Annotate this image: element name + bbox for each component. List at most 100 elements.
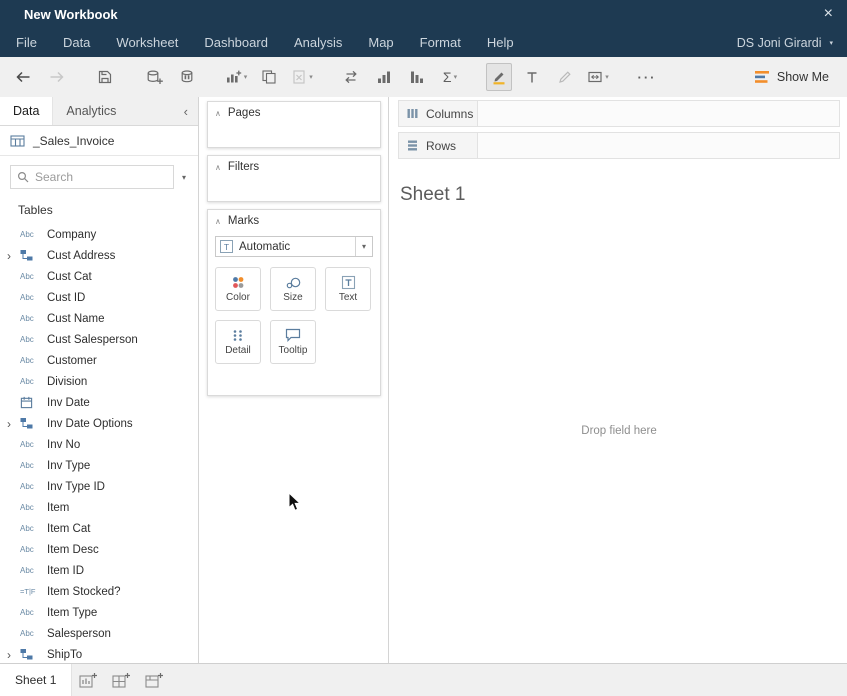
menu-format[interactable]: Format xyxy=(420,35,461,50)
color-button[interactable]: Color xyxy=(215,267,261,311)
field-division[interactable]: AbcDivision xyxy=(0,371,198,392)
rows-drop-zone[interactable] xyxy=(478,132,840,159)
duplicate-button[interactable] xyxy=(256,63,282,91)
search-row: ▾ xyxy=(10,164,194,190)
caret-down-icon[interactable]: ▾ xyxy=(355,237,372,256)
mark-type-value: Automatic xyxy=(239,241,355,253)
fields-list: AbcCompany ›Cust Address AbcCust Cat Abc… xyxy=(0,224,198,663)
boolean-field-icon: =T|F xyxy=(20,587,47,596)
tab-analytics[interactable]: Analytics xyxy=(53,97,129,125)
field-shipto[interactable]: ›ShipTo xyxy=(0,644,198,663)
sheet-tab[interactable]: Sheet 1 xyxy=(0,664,72,696)
rows-shelf[interactable]: Rows xyxy=(398,132,840,159)
menu-bar: File Data Worksheet Dashboard Analysis M… xyxy=(0,28,847,57)
menu-map[interactable]: Map xyxy=(368,35,393,50)
columns-shelf[interactable]: Columns xyxy=(398,100,840,127)
search-box xyxy=(10,165,174,189)
sheet-title: Sheet 1 xyxy=(400,184,840,206)
sort-ascending-button[interactable] xyxy=(371,63,397,91)
filters-card[interactable]: ∧Filters xyxy=(207,155,381,202)
mark-type-dropdown[interactable]: T Automatic ▾ xyxy=(215,236,373,257)
more-tools-button[interactable]: ··· xyxy=(634,63,660,91)
pages-label: Pages xyxy=(228,107,261,119)
data-source-row[interactable]: _Sales_Invoice xyxy=(0,126,198,156)
field-cust-address[interactable]: ›Cust Address xyxy=(0,245,198,266)
collapse-icon[interactable]: ∧ xyxy=(215,109,221,118)
close-icon[interactable]: × xyxy=(824,6,833,22)
new-worksheet-button[interactable]: ▾ xyxy=(223,63,249,91)
window-title: New Workbook xyxy=(24,7,118,22)
clear-sheet-button[interactable]: ▾ xyxy=(289,63,315,91)
field-inv-type-id[interactable]: AbcInv Type ID xyxy=(0,476,198,497)
collapse-icon[interactable]: ∧ xyxy=(215,163,221,172)
field-inv-date[interactable]: Inv Date xyxy=(0,392,198,413)
totals-button[interactable]: Σ▾ xyxy=(437,63,463,91)
text-button[interactable]: Text xyxy=(325,267,371,311)
show-me-label: Show Me xyxy=(777,70,829,84)
field-item-id[interactable]: AbcItem ID xyxy=(0,560,198,581)
rows-icon xyxy=(406,139,419,152)
field-inv-date-options[interactable]: ›Inv Date Options xyxy=(0,413,198,434)
field-item-desc[interactable]: AbcItem Desc xyxy=(0,539,198,560)
new-dashboard-tab-button[interactable] xyxy=(105,664,138,696)
field-inv-no[interactable]: AbcInv No xyxy=(0,434,198,455)
tab-data[interactable]: Data xyxy=(0,97,53,125)
columns-icon xyxy=(406,107,419,120)
new-worksheet-tab-button[interactable] xyxy=(72,664,105,696)
caret-down-icon: ▾ xyxy=(309,73,313,81)
expander-icon[interactable]: › xyxy=(7,413,11,434)
account-menu[interactable]: DS Joni Girardi ▾ xyxy=(737,36,833,50)
field-item-stocked[interactable]: =T|FItem Stocked? xyxy=(0,581,198,602)
highlight-button[interactable] xyxy=(486,63,512,91)
menu-dashboard[interactable]: Dashboard xyxy=(204,35,268,50)
expander-icon[interactable]: › xyxy=(7,644,11,663)
field-item-type[interactable]: AbcItem Type xyxy=(0,602,198,623)
new-story-tab-button[interactable] xyxy=(138,664,171,696)
forward-button[interactable] xyxy=(43,63,69,91)
field-customer[interactable]: AbcCustomer xyxy=(0,350,198,371)
menu-help[interactable]: Help xyxy=(487,35,514,50)
fit-selector-button[interactable]: ▾ xyxy=(585,63,611,91)
tooltip-icon xyxy=(285,328,301,343)
menu-analysis[interactable]: Analysis xyxy=(294,35,342,50)
worksheet-canvas[interactable]: Drop field here xyxy=(398,206,840,663)
string-field-icon: Abc xyxy=(20,314,47,323)
field-cust-salesperson[interactable]: AbcCust Salesperson xyxy=(0,329,198,350)
tooltip-button[interactable]: Tooltip xyxy=(270,320,316,364)
field-inv-type[interactable]: AbcInv Type xyxy=(0,455,198,476)
swap-axes-button[interactable] xyxy=(338,63,364,91)
datasource-icon xyxy=(10,134,25,148)
collapse-panel-icon[interactable]: ‹ xyxy=(174,97,198,125)
pages-card[interactable]: ∧ Pages xyxy=(207,101,381,148)
new-datasource-button[interactable] xyxy=(141,63,167,91)
menu-worksheet[interactable]: Worksheet xyxy=(116,35,178,50)
sort-descending-button[interactable] xyxy=(404,63,430,91)
string-field-icon: Abc xyxy=(20,608,47,617)
field-cust-cat[interactable]: AbcCust Cat xyxy=(0,266,198,287)
field-item-cat[interactable]: AbcItem Cat xyxy=(0,518,198,539)
save-button[interactable] xyxy=(92,63,118,91)
pause-updates-button[interactable] xyxy=(174,63,200,91)
field-company[interactable]: AbcCompany xyxy=(0,224,198,245)
menu-data[interactable]: Data xyxy=(63,35,90,50)
field-item[interactable]: AbcItem xyxy=(0,497,198,518)
size-button[interactable]: Size xyxy=(270,267,316,311)
back-button[interactable] xyxy=(10,63,36,91)
size-icon xyxy=(285,275,301,290)
mark-labels-button[interactable] xyxy=(519,63,545,91)
text-icon xyxy=(341,275,356,290)
show-me-button[interactable]: Show Me xyxy=(746,65,837,89)
menu-file[interactable]: File xyxy=(16,35,37,50)
detail-button[interactable]: Detail xyxy=(215,320,261,364)
field-cust-id[interactable]: AbcCust ID xyxy=(0,287,198,308)
string-field-icon: Abc xyxy=(20,461,47,470)
columns-shelf-label: Columns xyxy=(398,100,478,127)
search-input[interactable] xyxy=(35,170,167,184)
columns-drop-zone[interactable] xyxy=(478,100,840,127)
collapse-icon[interactable]: ∧ xyxy=(215,217,221,226)
field-salesperson[interactable]: AbcSalesperson xyxy=(0,623,198,644)
search-options-caret[interactable]: ▾ xyxy=(174,173,194,182)
field-cust-name[interactable]: AbcCust Name xyxy=(0,308,198,329)
expander-icon[interactable]: › xyxy=(7,245,11,266)
format-button[interactable] xyxy=(552,63,578,91)
